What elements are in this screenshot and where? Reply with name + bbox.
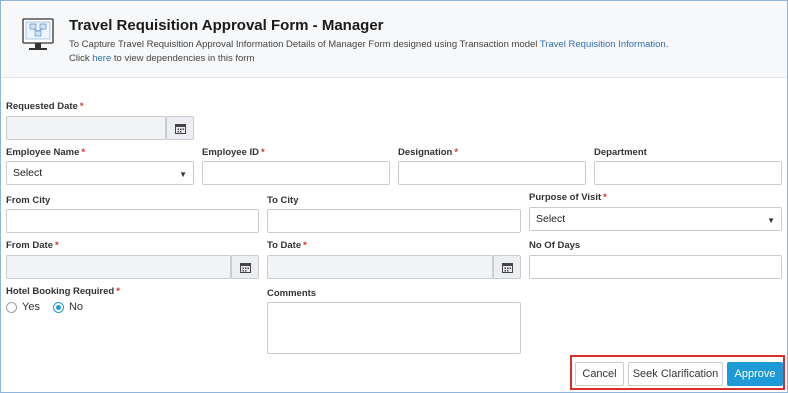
- department-label: Department: [594, 147, 647, 158]
- from-date-calendar-button[interactable]: [231, 255, 259, 279]
- department-input[interactable]: [594, 161, 782, 185]
- travel-requisition-link[interactable]: Travel Requisition Information: [540, 39, 666, 50]
- purpose-of-visit-value: Select: [536, 213, 566, 225]
- to-city-label: To City: [267, 195, 299, 206]
- designation-label: Designation *: [398, 147, 459, 158]
- dependencies-text: to view dependencies in this form: [113, 53, 255, 64]
- calendar-icon: [501, 262, 513, 273]
- no-of-days-input[interactable]: [529, 255, 782, 279]
- seek-clarification-button[interactable]: Seek Clarification: [628, 362, 723, 386]
- hotel-yes-label: Yes: [22, 301, 40, 313]
- requested-date-calendar-button[interactable]: [166, 116, 194, 140]
- cancel-button[interactable]: Cancel: [575, 362, 624, 386]
- designation-input[interactable]: [398, 161, 586, 185]
- employee-id-label: Employee ID *: [202, 147, 265, 158]
- employee-name-select[interactable]: Select ▼: [6, 161, 194, 185]
- form-description: To Capture Travel Requisition Approval I…: [69, 38, 668, 66]
- form-header: Travel Requisition Approval Form - Manag…: [2, 2, 787, 78]
- to-date-input[interactable]: [267, 255, 493, 279]
- purpose-of-visit-label: Purpose of Visit *: [529, 192, 607, 203]
- from-date-label: From Date *: [6, 240, 59, 251]
- calendar-icon: [239, 262, 251, 273]
- form-monitor-icon: [22, 18, 54, 50]
- comments-label: Comments: [267, 288, 317, 299]
- hotel-no-label: No: [68, 301, 84, 313]
- requested-date-input[interactable]: [6, 116, 166, 140]
- employee-name-label: Employee Name *: [6, 147, 86, 158]
- no-of-days-label: No Of Days: [529, 240, 581, 251]
- dependencies-here-link[interactable]: here: [92, 53, 111, 64]
- click-text: Click: [69, 53, 90, 64]
- hotel-no-radio[interactable]: [52, 301, 64, 313]
- from-city-input[interactable]: [6, 209, 259, 233]
- approve-button[interactable]: Approve: [727, 362, 783, 386]
- hotel-booking-radio-group: Yes No: [6, 301, 83, 313]
- form-window: Travel Requisition Approval Form - Manag…: [0, 0, 788, 393]
- to-date-calendar-button[interactable]: [493, 255, 521, 279]
- description-end: .: [665, 39, 669, 50]
- from-date-input[interactable]: [6, 255, 231, 279]
- description-text: To Capture Travel Requisition Approval I…: [69, 39, 538, 50]
- calendar-icon: [174, 123, 186, 134]
- caret-down-icon: ▼: [179, 170, 187, 179]
- employee-name-value: Select: [13, 167, 43, 179]
- to-city-input[interactable]: [267, 209, 521, 233]
- hotel-booking-label: Hotel Booking Required *: [6, 286, 120, 297]
- employee-id-input[interactable]: [202, 161, 390, 185]
- caret-down-icon: ▼: [767, 216, 775, 225]
- comments-textarea[interactable]: [267, 302, 521, 354]
- to-date-label: To Date *: [267, 240, 307, 251]
- hotel-yes-radio[interactable]: [6, 301, 17, 313]
- form-title: Travel Requisition Approval Form - Manag…: [69, 17, 384, 34]
- purpose-of-visit-select[interactable]: Select ▼: [529, 207, 782, 231]
- requested-date-label: Requested Date *: [6, 101, 84, 112]
- from-city-label: From City: [6, 195, 51, 206]
